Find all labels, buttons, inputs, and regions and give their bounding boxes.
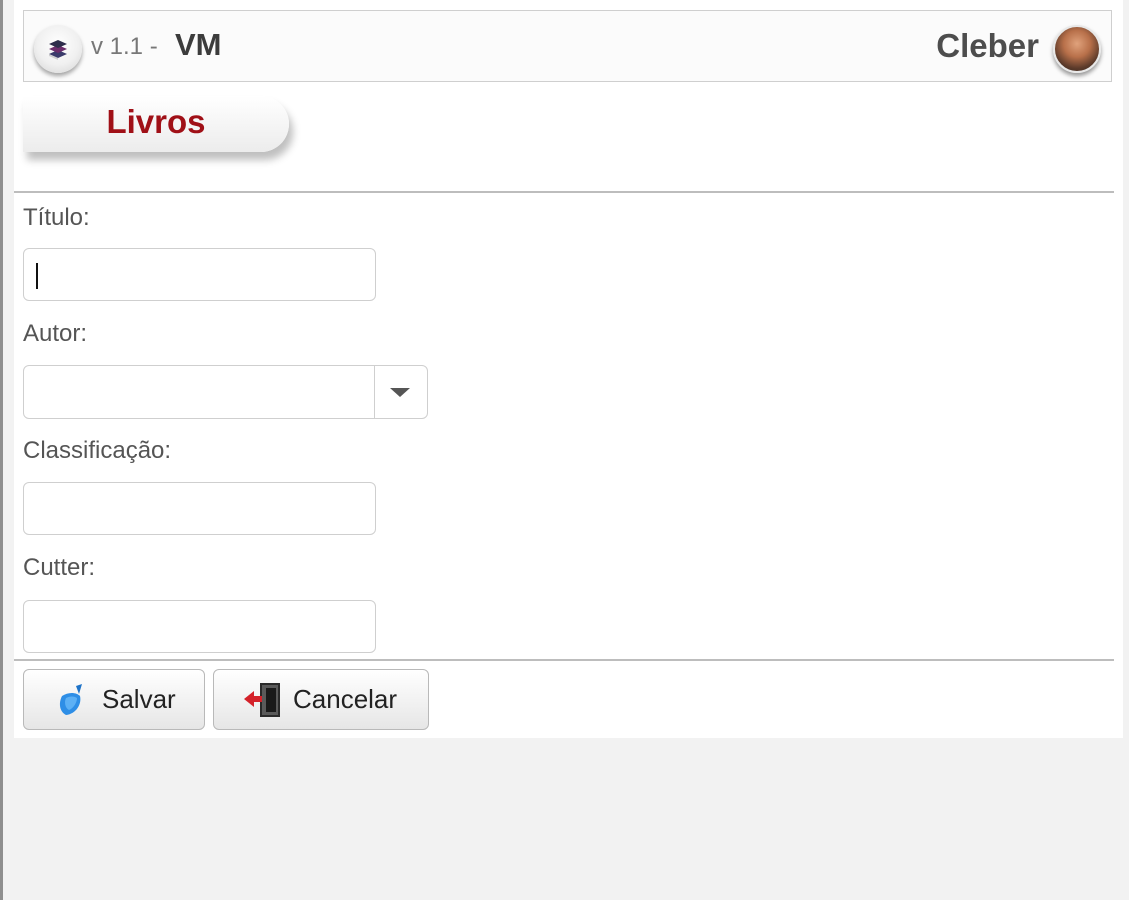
titulo-label: Título:: [23, 204, 90, 231]
cancel-button[interactable]: Cancelar: [213, 669, 429, 730]
autor-label: Autor:: [23, 320, 88, 347]
page-title-tab: Livros: [23, 96, 289, 152]
broom-icon: [59, 684, 82, 715]
save-button[interactable]: Salvar: [23, 669, 205, 730]
save-button-label: Salvar: [102, 684, 176, 714]
exit-door-icon: [244, 683, 280, 717]
classificacao-label: Classificação:: [23, 437, 172, 464]
window-left-border: [0, 0, 3, 900]
form-divider: [14, 659, 1114, 661]
chevron-down-icon[interactable]: [374, 366, 427, 418]
cutter-input[interactable]: [23, 600, 376, 653]
page-title: Livros: [106, 103, 206, 140]
app-name: VM: [175, 27, 222, 62]
app-version: v 1.1 -: [91, 33, 158, 60]
user-avatar[interactable]: [1053, 25, 1101, 73]
cutter-label: Cutter:: [23, 554, 96, 581]
titulo-input[interactable]: [23, 248, 376, 301]
classificacao-input[interactable]: [23, 482, 376, 535]
header-divider: [14, 191, 1114, 193]
cancel-button-label: Cancelar: [293, 684, 398, 714]
book-stack-icon[interactable]: [34, 25, 82, 73]
user-name[interactable]: Cleber: [936, 27, 1039, 65]
autor-select[interactable]: [23, 365, 428, 419]
text-cursor: [36, 263, 38, 289]
app-header: v 1.1 - VM Cleber: [23, 10, 1112, 82]
